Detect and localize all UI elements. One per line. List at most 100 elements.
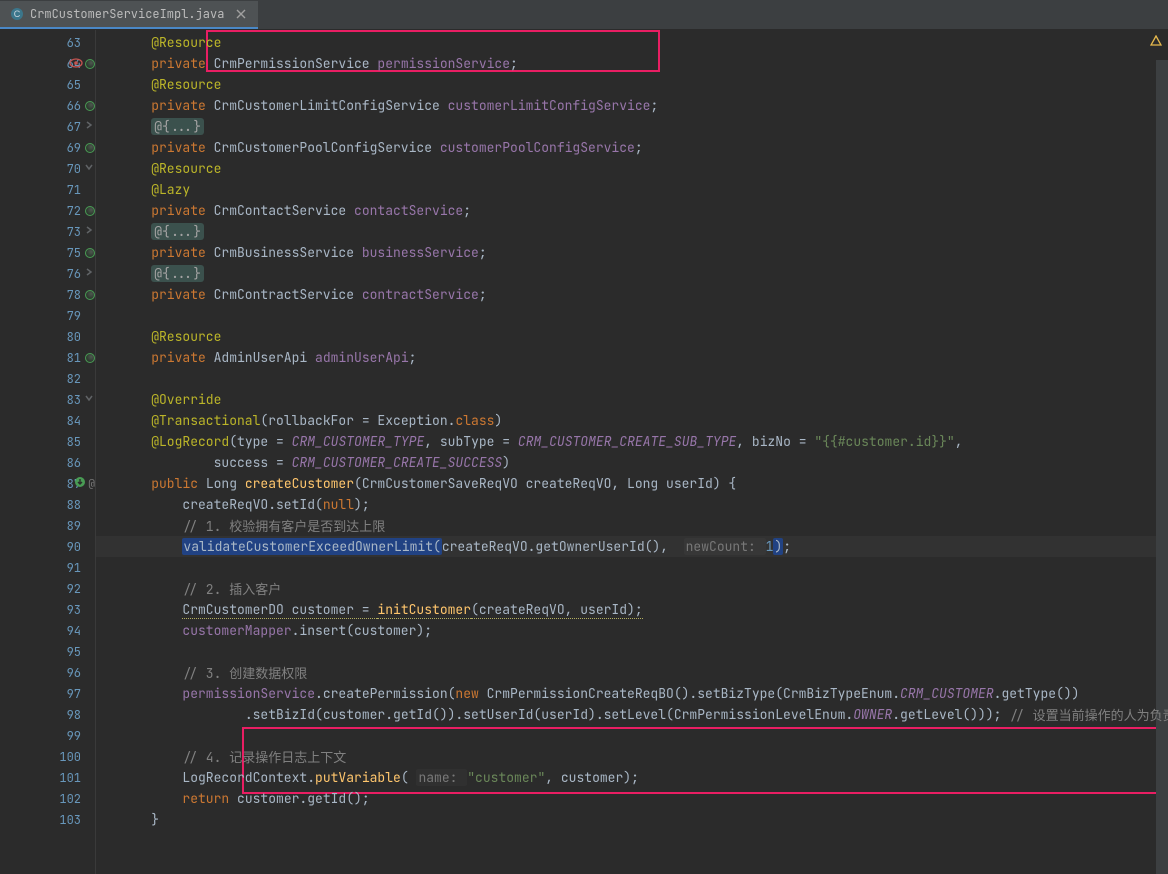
gutter-line: 63 [0,32,95,53]
gutter-line: 79 [0,305,95,326]
gutter-line: 78 [0,284,95,305]
code-line[interactable] [96,725,1168,746]
gutter-line: 90 [0,536,95,557]
gutter: 6364656667697071727375767879808182838485… [0,30,96,874]
code-line[interactable]: public Long createCustomer(CrmCustomerSa… [96,473,1168,494]
bean-icon [85,248,95,258]
code-line[interactable]: // 3. 创建数据权限 [96,662,1168,683]
gutter-line: 65 [0,74,95,95]
code-line[interactable]: @Resource [96,32,1168,53]
expand-icon[interactable] [83,119,95,135]
gutter-line: 64 [0,53,95,74]
java-class-icon: C [10,7,24,21]
bean-icon [85,206,95,216]
gutter-line: 92 [0,578,95,599]
gutter-line: 70 [0,158,95,179]
gutter-line: 73 [0,221,95,242]
override-icon [74,476,86,492]
code-line[interactable]: @{...} [96,263,1168,284]
code-line[interactable]: @Transactional(rollbackFor = Exception.c… [96,410,1168,431]
bean-icon [85,353,95,363]
code-line[interactable]: // 2. 插入客户 [96,578,1168,599]
code-line[interactable]: @Resource [96,326,1168,347]
code-line[interactable]: private AdminUserApi adminUserApi; [96,347,1168,368]
bean-icon [85,59,95,69]
gutter-line: 100 [0,746,95,767]
code-line[interactable]: LogRecordContext.putVariable( name: "cus… [96,767,1168,788]
code-line[interactable]: customerMapper.insert(customer); [96,620,1168,641]
code-line[interactable]: private CrmContractService contractServi… [96,284,1168,305]
watch-icon [69,56,83,72]
code-line[interactable]: success = CRM_CUSTOMER_CREATE_SUCCESS) [96,452,1168,473]
code-line[interactable]: } [96,809,1168,830]
code-line[interactable]: private CrmCustomerPoolConfigService cus… [96,137,1168,158]
gutter-line: 76 [0,263,95,284]
code-line[interactable]: private CrmPermissionService permissionS… [96,53,1168,74]
code-line[interactable]: return customer.getId(); [96,788,1168,809]
code-line[interactable]: createReqVO.setId(null); [96,494,1168,515]
at-icon: @ [88,477,95,491]
gutter-line: 97 [0,683,95,704]
code-line[interactable]: private CrmContactService contactService… [96,200,1168,221]
collapse-icon[interactable] [83,392,95,408]
gutter-line: 88 [0,494,95,515]
gutter-line: 95 [0,641,95,662]
code-line[interactable] [96,305,1168,326]
code-line[interactable]: @{...} [96,116,1168,137]
code-line[interactable]: validateCustomerExceedOwnerLimit(createR… [96,536,1168,557]
bean-icon [85,290,95,300]
bean-icon [85,143,95,153]
code-line[interactable]: @Resource [96,158,1168,179]
gutter-line: 71 [0,179,95,200]
gutter-line: 85 [0,431,95,452]
gutter-line: 94 [0,620,95,641]
code-line[interactable]: @LogRecord(type = CRM_CUSTOMER_TYPE, sub… [96,431,1168,452]
code-line[interactable]: private CrmBusinessService businessServi… [96,242,1168,263]
gutter-line: 96 [0,662,95,683]
code-line[interactable]: @Lazy [96,179,1168,200]
gutter-line: 93 [0,599,95,620]
gutter-line: 103 [0,809,95,830]
code-line[interactable]: @Resource [96,74,1168,95]
scrollbar[interactable] [1156,60,1168,874]
gutter-line: 84 [0,410,95,431]
expand-icon[interactable] [83,266,95,282]
gutter-line: 91 [0,557,95,578]
gutter-line: 69 [0,137,95,158]
code-line[interactable]: // 4. 记录操作日志上下文 [96,746,1168,767]
tab-bar: C CrmCustomerServiceImpl.java [0,0,1168,30]
code-editor[interactable]: 6364656667697071727375767879808182838485… [0,30,1168,874]
code-line[interactable]: @Override [96,389,1168,410]
gutter-line: 86 [0,452,95,473]
code-area[interactable]: @Resource private CrmPermissionService p… [96,30,1168,874]
gutter-line: 83 [0,389,95,410]
bean-icon [85,101,95,111]
expand-icon[interactable] [83,224,95,240]
analysis-indicator-icon[interactable] [1150,34,1162,46]
code-line[interactable] [96,641,1168,662]
gutter-line: 82 [0,368,95,389]
gutter-line: 101 [0,767,95,788]
editor-tab[interactable]: C CrmCustomerServiceImpl.java [0,1,258,29]
gutter-line: 98 [0,704,95,725]
gutter-line: 102 [0,788,95,809]
code-line[interactable] [96,368,1168,389]
svg-text:C: C [14,9,21,19]
code-line[interactable]: @{...} [96,221,1168,242]
close-icon[interactable] [234,7,248,21]
gutter-line: 66 [0,95,95,116]
code-line[interactable]: permissionService.createPermission(new C… [96,683,1168,704]
code-line[interactable]: private CrmCustomerLimitConfigService cu… [96,95,1168,116]
gutter-line: 87@ [0,473,95,494]
code-line[interactable]: CrmCustomerDO customer = initCustomer(cr… [96,599,1168,620]
code-line[interactable] [96,557,1168,578]
collapse-icon[interactable] [83,161,95,177]
code-line[interactable]: // 1. 校验拥有客户是否到达上限 [96,515,1168,536]
gutter-line: 81 [0,347,95,368]
gutter-line: 72 [0,200,95,221]
gutter-line: 80 [0,326,95,347]
gutter-line: 99 [0,725,95,746]
gutter-line: 67 [0,116,95,137]
tab-filename: CrmCustomerServiceImpl.java [30,6,224,22]
code-line[interactable]: .setBizId(customer.getId()).setUserId(us… [96,704,1168,725]
